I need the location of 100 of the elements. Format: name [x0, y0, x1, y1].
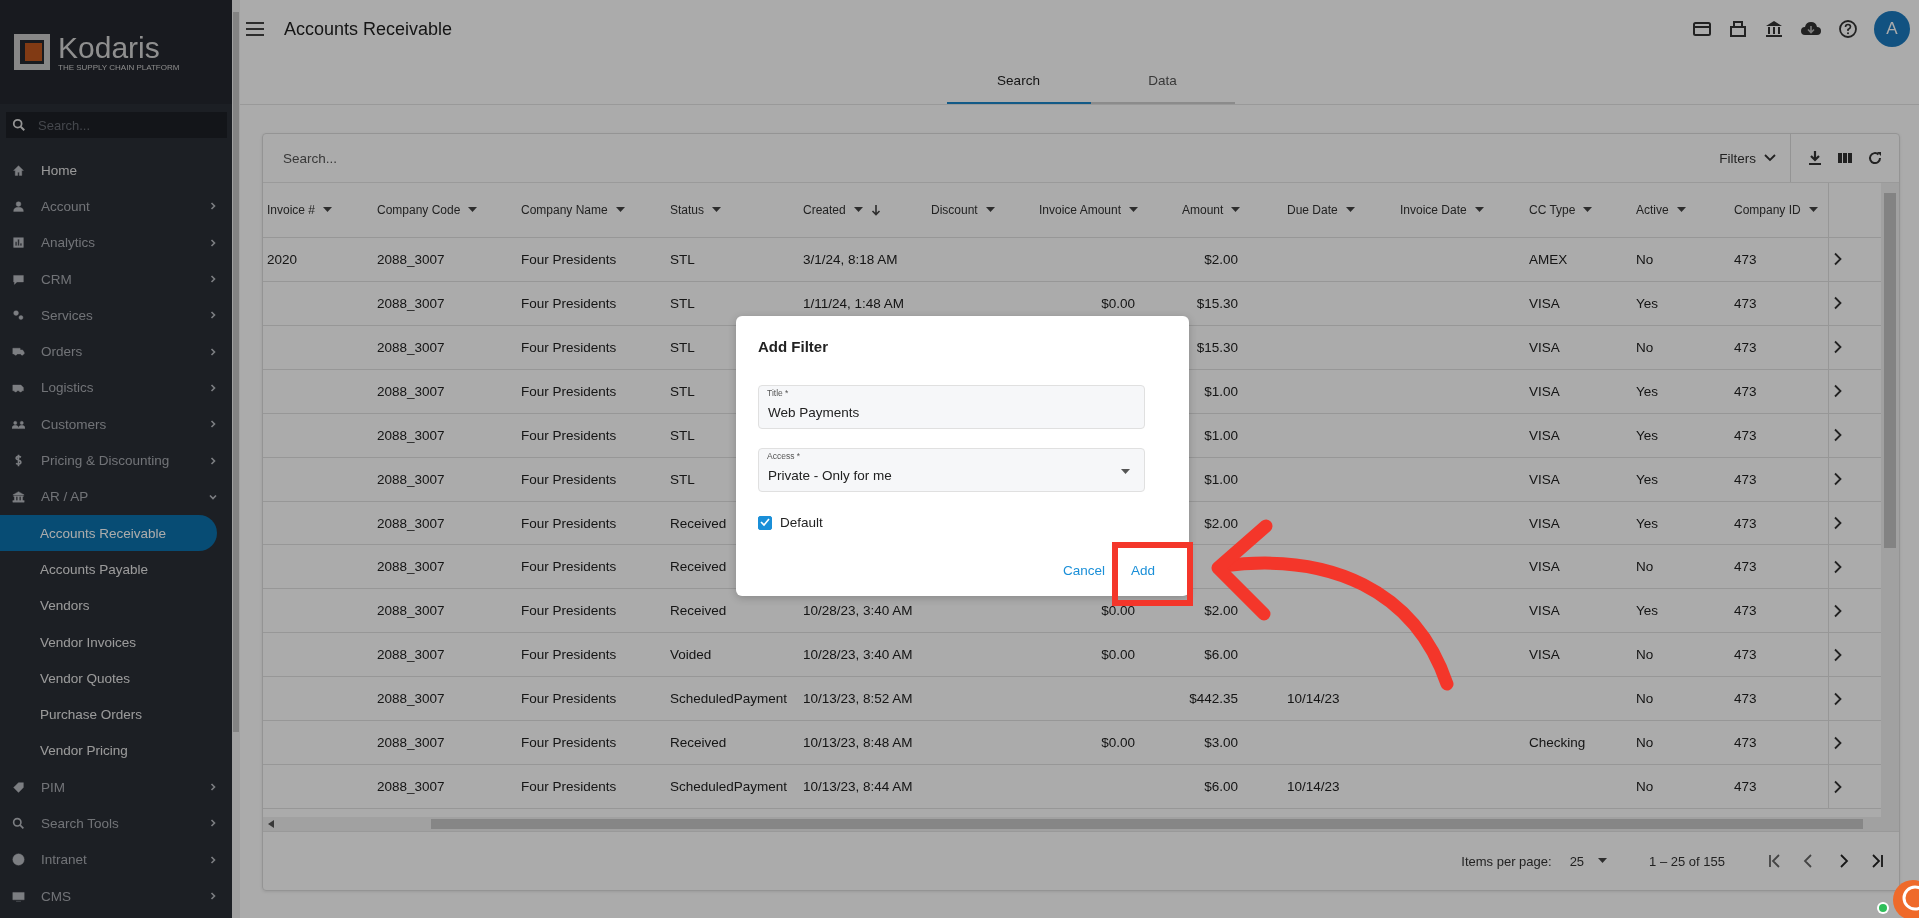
- table-cell-text: Four Presidents: [520, 427, 617, 443]
- nav-item[interactable]: Logistics: [0, 369, 232, 407]
- caret-icon[interactable]: [712, 206, 722, 213]
- column-header[interactable]: Company Code: [373, 183, 517, 237]
- row-chevron-icon[interactable]: [1833, 647, 1843, 662]
- table-cell-text: 2088_3007: [376, 647, 445, 663]
- row-chevron-icon[interactable]: [1833, 384, 1843, 399]
- row-chevron-icon[interactable]: [1833, 472, 1843, 487]
- column-header[interactable]: Active: [1632, 183, 1730, 237]
- nav-item[interactable]: Pricing & Discounting: [0, 442, 232, 479]
- nav-item[interactable]: Services: [0, 297, 232, 334]
- select-field[interactable]: Access * Private - Only for me: [758, 448, 1145, 492]
- download-icon[interactable]: [1807, 150, 1823, 166]
- table-cell-text: 10/13/23, 8:48 AM: [802, 735, 913, 751]
- caret-icon[interactable]: [1583, 206, 1593, 213]
- nav-item[interactable]: CRM: [0, 260, 232, 298]
- help-icon[interactable]: [1838, 19, 1858, 39]
- column-header[interactable]: Invoice #: [263, 183, 373, 237]
- table-cell-text: 473: [1733, 559, 1757, 575]
- column-header[interactable]: Due Date: [1283, 183, 1396, 237]
- table-cell: $1.00: [1204, 383, 1238, 399]
- sort-arrow-icon[interactable]: [870, 203, 881, 216]
- chevron-icon: [208, 237, 218, 248]
- chat-icon: [12, 272, 25, 286]
- input-field[interactable]: Title * Web Payments: [758, 385, 1145, 429]
- caret-icon[interactable]: [853, 206, 863, 213]
- nav-subitem[interactable]: Accounts Receivable: [0, 514, 217, 552]
- caret-icon[interactable]: [985, 206, 995, 213]
- row-chevron-icon[interactable]: [1833, 428, 1843, 443]
- caret-icon[interactable]: [1808, 206, 1818, 213]
- filters-button[interactable]: Filters: [1705, 134, 1791, 182]
- refresh-icon[interactable]: [1867, 150, 1883, 166]
- caret-icon[interactable]: [615, 206, 625, 213]
- column-header[interactable]: Invoice Amount: [1035, 183, 1178, 237]
- table-cell-text: Received: [669, 735, 727, 751]
- columns-icon[interactable]: [1837, 150, 1853, 166]
- logo-wordmark: Kodaris: [58, 32, 161, 63]
- last-page-icon[interactable]: [1869, 853, 1885, 869]
- nav-subitem[interactable]: Vendor Invoices: [0, 623, 217, 661]
- column-header[interactable]: Amount: [1178, 183, 1283, 237]
- nav-item[interactable]: Account: [0, 188, 232, 225]
- nav-item[interactable]: Customers: [0, 406, 232, 443]
- cancel-button[interactable]: Cancel: [1052, 555, 1115, 586]
- nav-item[interactable]: PIM: [0, 769, 232, 806]
- nav-item[interactable]: Intranet: [0, 841, 232, 878]
- caret-icon[interactable]: [468, 206, 478, 213]
- logo-tagline: THE SUPPLY CHAIN PLATFORM: [58, 62, 180, 72]
- page-size-select[interactable]: 25: [1569, 853, 1608, 869]
- nav-item[interactable]: AR / AP: [0, 478, 232, 515]
- row-chevron-icon[interactable]: [1833, 735, 1843, 750]
- nav-subitem[interactable]: Vendors: [0, 587, 217, 624]
- nav-subitem[interactable]: Vendor Quotes: [0, 660, 217, 697]
- add-button[interactable]: Add: [1120, 555, 1165, 586]
- caret-icon[interactable]: [1474, 206, 1484, 213]
- scrollbar-thumb[interactable]: [431, 819, 1863, 830]
- row-chevron-icon[interactable]: [1833, 296, 1843, 311]
- caret-icon[interactable]: [1345, 206, 1355, 213]
- caret-icon[interactable]: [1129, 206, 1139, 213]
- nav-item[interactable]: CMS: [0, 877, 232, 915]
- card-icon[interactable]: [1692, 19, 1712, 39]
- nav-subitem[interactable]: Accounts Payable: [0, 551, 217, 588]
- column-header[interactable]: Discount: [927, 183, 1035, 237]
- row-chevron-icon[interactable]: [1833, 691, 1843, 706]
- menu-icon[interactable]: [246, 22, 264, 36]
- column-header[interactable]: Company ID: [1730, 183, 1828, 237]
- first-page-icon[interactable]: [1767, 853, 1783, 869]
- caret-icon: [1121, 469, 1130, 475]
- column-header[interactable]: Status: [666, 183, 799, 237]
- nav-subitem[interactable]: Vendor Pricing: [0, 732, 217, 770]
- nav-item[interactable]: Home: [0, 152, 232, 189]
- row-chevron-icon[interactable]: [1833, 252, 1843, 267]
- bank-icon[interactable]: [1764, 19, 1784, 39]
- nav-subitem[interactable]: Purchase Orders: [0, 696, 217, 733]
- scroll-left-icon[interactable]: [268, 820, 274, 829]
- table-cell-text: ScheduledPayment: [669, 691, 788, 707]
- tab[interactable]: Search: [946, 58, 1091, 104]
- row-chevron-icon[interactable]: [1833, 516, 1843, 530]
- caret-icon[interactable]: [323, 206, 333, 213]
- tab[interactable]: Data: [1090, 58, 1235, 104]
- checkbox[interactable]: [758, 515, 772, 530]
- user-avatar[interactable]: A: [1874, 11, 1910, 47]
- scrollbar-thumb[interactable]: [233, 12, 239, 732]
- nav-item[interactable]: Search Tools: [0, 805, 232, 842]
- row-chevron-icon[interactable]: [1833, 340, 1843, 355]
- row-chevron-icon[interactable]: [1833, 779, 1843, 794]
- column-header[interactable]: Company Name: [517, 183, 666, 237]
- column-header[interactable]: Invoice Date: [1396, 183, 1525, 237]
- caret-icon[interactable]: [1231, 206, 1241, 213]
- row-chevron-icon[interactable]: [1833, 603, 1843, 618]
- scrollbar-thumb[interactable]: [1884, 193, 1896, 548]
- column-header[interactable]: Created: [799, 183, 927, 237]
- search-icon: [12, 118, 26, 132]
- column-header[interactable]: CC Type: [1525, 183, 1632, 237]
- search-field[interactable]: Search...: [263, 149, 1706, 167]
- nav-item[interactable]: Orders: [0, 333, 232, 370]
- table-cell-text: 473: [1733, 339, 1757, 355]
- nav-item[interactable]: Analytics: [0, 224, 232, 261]
- caret-icon[interactable]: [1676, 206, 1686, 213]
- table-cell-text: 10/13/23, 8:52 AM: [802, 691, 913, 707]
- row-chevron-icon[interactable]: [1833, 559, 1843, 574]
